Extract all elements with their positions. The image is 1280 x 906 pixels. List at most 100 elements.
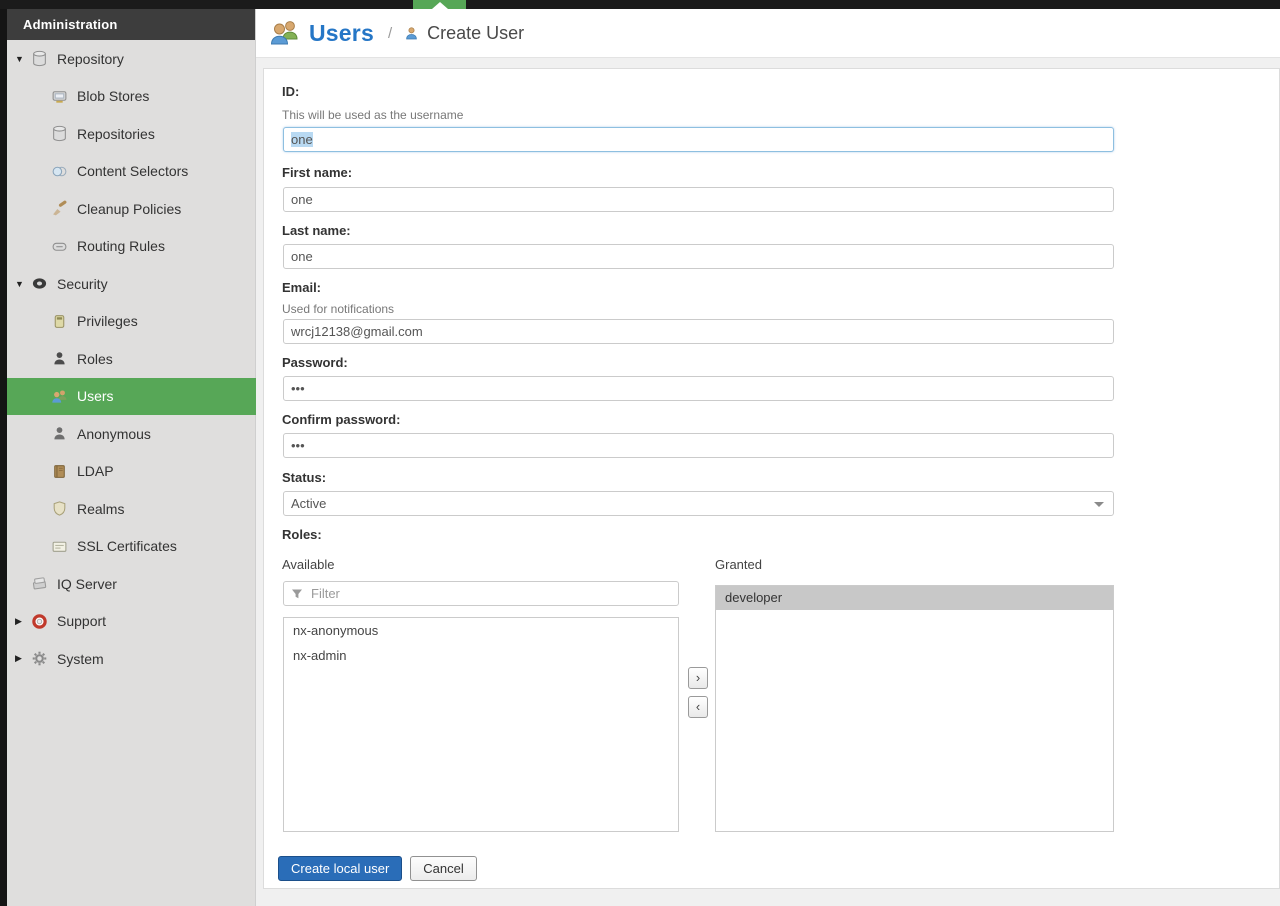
last-name-input[interactable] bbox=[283, 244, 1114, 269]
cleanup-policies-icon bbox=[53, 200, 67, 216]
realms-icon bbox=[53, 501, 66, 516]
ssl-certificates-icon bbox=[52, 541, 67, 552]
sidebar-item-realms[interactable]: Realms bbox=[7, 490, 256, 528]
roles-filter-input[interactable] bbox=[283, 581, 679, 606]
admin-nav-tree: ▼ Repository Blob Stores Repositories Co… bbox=[7, 40, 256, 678]
cancel-button[interactable]: Cancel bbox=[410, 856, 477, 881]
id-help-text: This will be used as the username bbox=[282, 108, 464, 122]
breadcrumb-root-link[interactable]: Users bbox=[309, 20, 374, 47]
sidebar-item-label: SSL Certificates bbox=[77, 538, 177, 555]
support-icon bbox=[32, 614, 47, 629]
sidebar-item-users[interactable]: Users bbox=[7, 377, 256, 415]
blob-stores-icon bbox=[52, 90, 67, 103]
content-selectors-icon bbox=[52, 166, 67, 177]
breadcrumb-separator: / bbox=[387, 24, 393, 42]
sidebar-item-system[interactable]: ▶ System bbox=[7, 640, 256, 678]
move-right-button[interactable]: › bbox=[688, 667, 708, 689]
role-list-item[interactable]: nx-admin bbox=[284, 643, 678, 668]
system-gear-icon bbox=[32, 651, 47, 666]
sidebar-item-blob-stores[interactable]: Blob Stores bbox=[7, 78, 256, 116]
ldap-icon bbox=[54, 464, 65, 478]
create-user-form: ID: This will be used as the username on… bbox=[263, 68, 1280, 889]
confirm-password-input[interactable] bbox=[283, 433, 1114, 458]
sidebar-item-support[interactable]: ▶ Support bbox=[7, 603, 256, 641]
sidebar-item-label: Routing Rules bbox=[77, 238, 165, 255]
filter-funnel-icon bbox=[292, 589, 302, 599]
repositories-icon bbox=[53, 126, 66, 142]
password-label: Password: bbox=[282, 355, 348, 370]
id-label: ID: bbox=[282, 84, 300, 99]
top-bar bbox=[0, 0, 1280, 9]
email-input[interactable] bbox=[283, 319, 1114, 344]
sidebar-item-ssl-certificates[interactable]: SSL Certificates bbox=[7, 528, 256, 566]
id-input[interactable]: one bbox=[283, 127, 1114, 152]
sidebar-item-label: Content Selectors bbox=[77, 163, 189, 180]
database-icon bbox=[33, 51, 46, 67]
sidebar-item-label: Anonymous bbox=[77, 425, 151, 442]
form-actions: Create local user Cancel bbox=[278, 856, 477, 881]
last-name-label: Last name: bbox=[282, 223, 351, 238]
roles-filter bbox=[283, 581, 679, 606]
create-user-icon bbox=[406, 26, 417, 39]
sidebar-item-security[interactable]: ▼ Security bbox=[7, 265, 256, 303]
sidebar-item-ldap[interactable]: LDAP bbox=[7, 453, 256, 491]
move-left-button[interactable]: ‹ bbox=[688, 696, 708, 718]
breadcrumb-current: Create User bbox=[427, 22, 525, 43]
expander-right-icon[interactable]: ▶ bbox=[15, 616, 31, 627]
sidebar-item-routing-rules[interactable]: Routing Rules bbox=[7, 228, 256, 266]
sidebar-item-label: Privileges bbox=[77, 313, 138, 330]
expander-down-icon[interactable]: ▼ bbox=[15, 279, 31, 289]
confirm-password-label: Confirm password: bbox=[282, 412, 401, 427]
page-header: Users / Create User bbox=[256, 9, 1280, 58]
sidebar-item-label: LDAP bbox=[77, 463, 114, 480]
sidebar-item-privileges[interactable]: Privileges bbox=[7, 303, 256, 341]
sidebar-title: Administration bbox=[7, 9, 255, 40]
roles-label: Roles: bbox=[282, 527, 322, 542]
sidebar-item-anonymous[interactable]: Anonymous bbox=[7, 415, 256, 453]
expander-right-icon[interactable]: ▶ bbox=[15, 653, 31, 664]
iq-server-icon bbox=[32, 577, 47, 590]
sidebar-item-label: Roles bbox=[77, 350, 113, 367]
users-large-icon bbox=[270, 21, 298, 45]
sidebar-item-label: Realms bbox=[77, 500, 125, 517]
password-input[interactable] bbox=[283, 376, 1114, 401]
content-area: ID: This will be used as the username on… bbox=[256, 58, 1280, 906]
role-list-item[interactable]: nx-anonymous bbox=[284, 618, 678, 643]
available-roles-label: Available bbox=[282, 557, 335, 572]
role-list-item-selected[interactable]: developer bbox=[716, 586, 1113, 610]
sidebar-item-iq-server[interactable]: IQ Server bbox=[7, 565, 256, 603]
granted-roles-label: Granted bbox=[715, 557, 762, 572]
sidebar-item-label: Blob Stores bbox=[77, 88, 150, 105]
sidebar-item-repositories[interactable]: Repositories bbox=[7, 115, 256, 153]
sidebar-item-label: Security bbox=[57, 275, 108, 292]
dropdown-arrow-icon bbox=[1094, 502, 1104, 507]
email-help-text: Used for notifications bbox=[282, 302, 395, 316]
status-label: Status: bbox=[282, 470, 327, 485]
users-icon bbox=[52, 390, 67, 403]
sidebar-item-label: Cleanup Policies bbox=[77, 200, 182, 217]
status-select[interactable]: Active bbox=[283, 491, 1114, 516]
sidebar-item-label: Support bbox=[57, 613, 107, 630]
sidebar-item-cleanup-policies[interactable]: Cleanup Policies bbox=[7, 190, 256, 228]
routing-rules-icon bbox=[52, 242, 67, 251]
expander-down-icon[interactable]: ▼ bbox=[15, 54, 31, 64]
anonymous-icon bbox=[54, 427, 65, 440]
create-local-user-button[interactable]: Create local user bbox=[278, 856, 403, 881]
status-selected-value: Active bbox=[291, 496, 327, 511]
security-badge-icon bbox=[32, 278, 47, 289]
admin-sidebar: Administration ▼ Repository Blob Stores … bbox=[7, 9, 256, 906]
sidebar-item-repository[interactable]: ▼ Repository bbox=[7, 40, 256, 78]
left-edge-strip bbox=[0, 0, 7, 906]
email-label: Email: bbox=[282, 280, 322, 295]
first-name-label: First name: bbox=[282, 165, 353, 180]
first-name-input[interactable] bbox=[283, 187, 1114, 212]
sidebar-item-label: Repository bbox=[57, 50, 124, 67]
sidebar-item-roles[interactable]: Roles bbox=[7, 340, 256, 378]
granted-roles-list[interactable]: developer bbox=[715, 585, 1114, 832]
available-roles-list[interactable]: nx-anonymous nx-admin bbox=[283, 617, 679, 832]
sidebar-item-label: System bbox=[57, 650, 104, 667]
id-input-selected-text: one bbox=[291, 132, 313, 147]
sidebar-item-label: Repositories bbox=[77, 125, 155, 142]
privileges-icon bbox=[54, 314, 65, 328]
sidebar-item-content-selectors[interactable]: Content Selectors bbox=[7, 153, 256, 191]
